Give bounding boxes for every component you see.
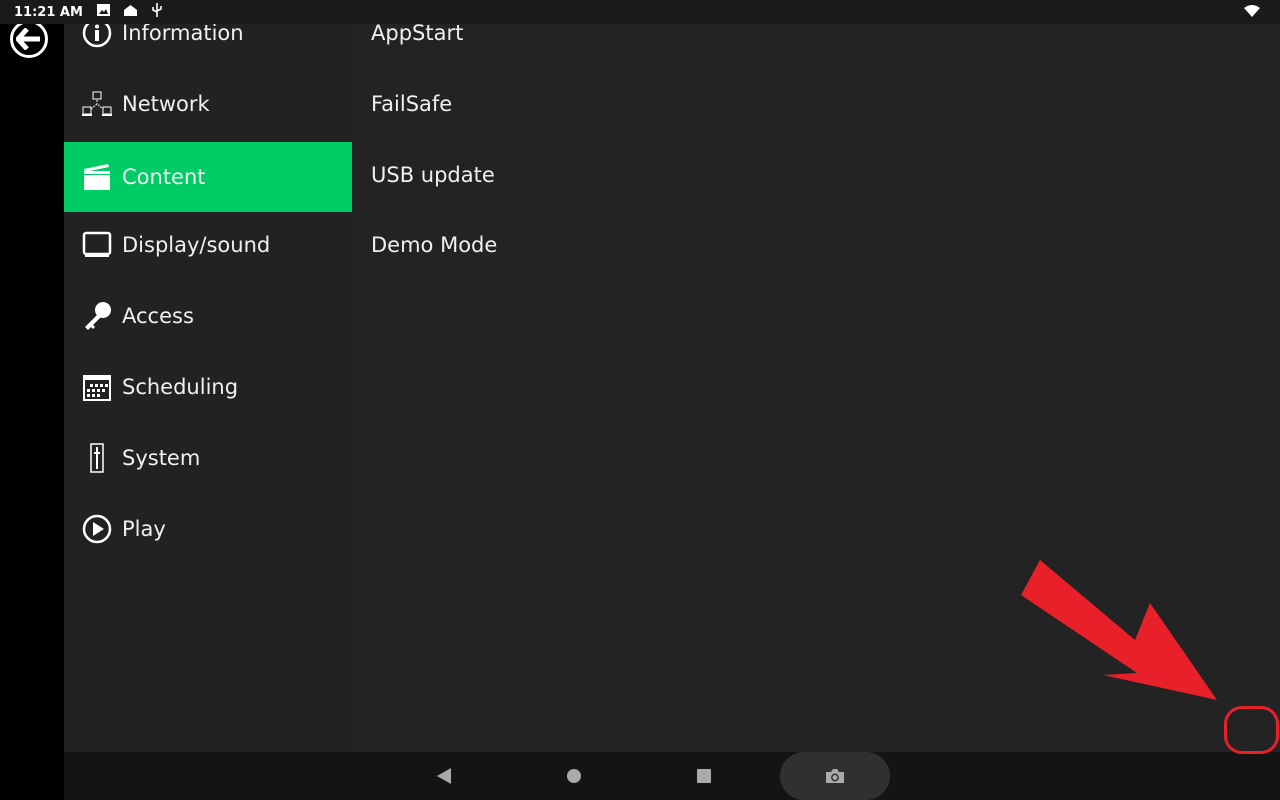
- menu-item-display-sound[interactable]: Display/sound: [64, 210, 352, 280]
- menu-item-content[interactable]: Content: [64, 142, 352, 212]
- home-icon: [567, 769, 581, 783]
- submenu-item-failsafe[interactable]: FailSafe: [371, 69, 452, 139]
- clapperboard-icon: [82, 162, 112, 192]
- menu-item-label: Display/sound: [122, 233, 271, 257]
- monitor-icon: [82, 230, 112, 260]
- recents-icon: [697, 769, 711, 783]
- menu-item-play[interactable]: Play: [64, 494, 352, 564]
- key-icon: [82, 301, 112, 331]
- annotation-circle: [1224, 706, 1279, 754]
- menu-item-system[interactable]: System: [64, 423, 352, 493]
- usb-icon: [151, 3, 163, 21]
- menu-item-label: Scheduling: [122, 375, 239, 399]
- screenshot-button[interactable]: [780, 752, 890, 800]
- menu-item-network[interactable]: Network: [64, 69, 352, 139]
- nav-home-button[interactable]: [554, 752, 594, 800]
- home-icon: [123, 4, 137, 20]
- back-button[interactable]: [10, 20, 48, 58]
- menu-item-access[interactable]: Access: [64, 281, 352, 351]
- annotation-arrow: [1021, 560, 1217, 700]
- network-icon: [82, 89, 112, 119]
- wifi-icon: [1244, 5, 1260, 21]
- submenu-item-demo-mode[interactable]: Demo Mode: [371, 210, 497, 280]
- play-icon: [82, 514, 112, 544]
- menu-item-label: System: [122, 446, 201, 470]
- slider-icon: [82, 443, 112, 473]
- camera-icon: [826, 769, 844, 783]
- menu-item-scheduling[interactable]: Scheduling: [64, 352, 352, 422]
- settings-menu: Information Network Content Display/soun…: [64, 0, 352, 752]
- submenu-item-usb-update[interactable]: USB update: [371, 140, 495, 210]
- menu-item-label: Information: [122, 21, 244, 45]
- image-icon: [96, 4, 110, 20]
- status-bar: 11:21 AM: [0, 0, 1280, 24]
- menu-item-label: Content: [122, 165, 206, 189]
- menu-item-label: Access: [122, 304, 194, 328]
- calendar-icon: [82, 372, 112, 402]
- menu-item-label: Play: [122, 517, 166, 541]
- arrow-left-icon: [16, 28, 40, 50]
- nav-recents-button[interactable]: [684, 752, 724, 800]
- back-icon: [437, 768, 451, 784]
- menu-item-label: Network: [122, 92, 210, 116]
- navigation-bar: [64, 752, 1280, 800]
- status-time: 11:21 AM: [14, 4, 83, 20]
- left-bar: [0, 0, 64, 800]
- nav-back-button[interactable]: [424, 752, 464, 800]
